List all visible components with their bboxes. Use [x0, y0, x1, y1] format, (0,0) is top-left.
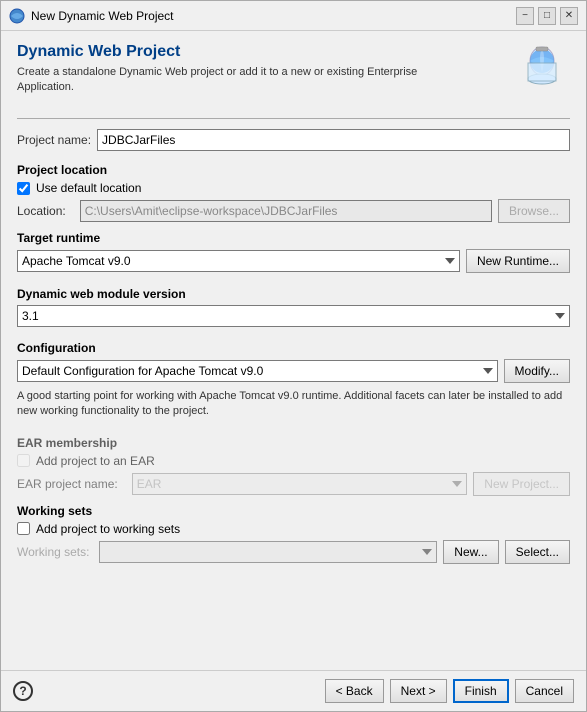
add-to-ear-row: Add project to an EAR: [17, 454, 570, 468]
working-sets-select: [99, 541, 437, 563]
ear-membership-label: EAR membership: [17, 436, 570, 450]
project-name-row: Project name:: [17, 129, 570, 151]
location-input: [80, 200, 492, 222]
dialog-content: Dynamic Web Project Create a standalone …: [1, 31, 586, 670]
configuration-description: A good starting point for working with A…: [17, 389, 570, 420]
web-module-select[interactable]: 3.1: [17, 305, 570, 327]
dialog-window: New Dynamic Web Project − □ ✕ Dynamic We…: [0, 0, 587, 712]
header-icon: [514, 43, 570, 102]
maximize-button[interactable]: □: [538, 7, 556, 25]
web-module-section: Dynamic web module version 3.1: [17, 287, 570, 333]
next-button[interactable]: Next >: [390, 679, 447, 703]
configuration-section: Configuration Default Configuration for …: [17, 341, 570, 428]
working-sets-section: Working sets Add project to working sets…: [17, 504, 570, 564]
footer-left: ?: [13, 681, 33, 701]
new-runtime-button[interactable]: New Runtime...: [466, 249, 570, 273]
project-location-label: Project location: [17, 163, 570, 177]
minimize-button[interactable]: −: [516, 7, 534, 25]
header-area: Dynamic Web Project Create a standalone …: [17, 43, 570, 102]
title-bar-icon: [9, 8, 25, 24]
header-description: Create a standalone Dynamic Web project …: [17, 65, 447, 96]
add-to-working-sets-label: Add project to working sets: [36, 522, 180, 536]
project-location-section: Project location Use default location Lo…: [17, 163, 570, 223]
dialog-footer: ? < Back Next > Finish Cancel: [1, 670, 586, 711]
footer-right: < Back Next > Finish Cancel: [325, 679, 574, 703]
new-working-set-button[interactable]: New...: [443, 540, 498, 564]
add-to-working-sets-checkbox[interactable]: [17, 522, 30, 535]
use-default-location-checkbox[interactable]: [17, 182, 30, 195]
title-bar-controls: − □ ✕: [516, 7, 578, 25]
cancel-button[interactable]: Cancel: [515, 679, 574, 703]
web-module-label: Dynamic web module version: [17, 287, 570, 301]
target-runtime-row: Apache Tomcat v9.0 New Runtime...: [17, 249, 570, 273]
target-runtime-label: Target runtime: [17, 231, 570, 245]
project-name-input[interactable]: [97, 129, 570, 151]
configuration-row: Default Configuration for Apache Tomcat …: [17, 359, 570, 383]
title-bar-title: New Dynamic Web Project: [31, 9, 174, 23]
project-name-label: Project name:: [17, 133, 91, 147]
add-to-ear-label: Add project to an EAR: [36, 454, 155, 468]
back-button[interactable]: < Back: [325, 679, 384, 703]
working-sets-field-label: Working sets:: [17, 545, 89, 559]
header-title: Dynamic Web Project: [17, 43, 447, 61]
add-to-working-sets-row: Add project to working sets: [17, 522, 570, 536]
location-row: Location: Browse...: [17, 199, 570, 223]
working-sets-row: Working sets: New... Select...: [17, 540, 570, 564]
title-bar: New Dynamic Web Project − □ ✕: [1, 1, 586, 31]
configuration-select[interactable]: Default Configuration for Apache Tomcat …: [17, 360, 498, 382]
header-text: Dynamic Web Project Create a standalone …: [17, 43, 447, 96]
use-default-location-label: Use default location: [36, 181, 141, 195]
project-name-section: Project name:: [17, 129, 570, 155]
help-button[interactable]: ?: [13, 681, 33, 701]
modify-button[interactable]: Modify...: [504, 359, 570, 383]
target-runtime-section: Target runtime Apache Tomcat v9.0 New Ru…: [17, 231, 570, 279]
ear-project-name-label: EAR project name:: [17, 477, 118, 491]
browse-button[interactable]: Browse...: [498, 199, 570, 223]
web-module-row: 3.1: [17, 305, 570, 327]
ear-project-name-select: EAR: [132, 473, 468, 495]
location-label: Location:: [17, 204, 66, 218]
use-default-location-row: Use default location: [17, 181, 570, 195]
finish-button[interactable]: Finish: [453, 679, 509, 703]
configuration-label: Configuration: [17, 341, 570, 355]
ear-membership-section: EAR membership Add project to an EAR EAR…: [17, 436, 570, 496]
select-working-set-button[interactable]: Select...: [505, 540, 570, 564]
new-project-button: New Project...: [473, 472, 570, 496]
close-button[interactable]: ✕: [560, 7, 578, 25]
header-divider: [17, 118, 570, 119]
ear-project-name-row: EAR project name: EAR New Project...: [17, 472, 570, 496]
target-runtime-select[interactable]: Apache Tomcat v9.0: [17, 250, 460, 272]
add-to-ear-checkbox: [17, 454, 30, 467]
working-sets-label: Working sets: [17, 504, 570, 518]
